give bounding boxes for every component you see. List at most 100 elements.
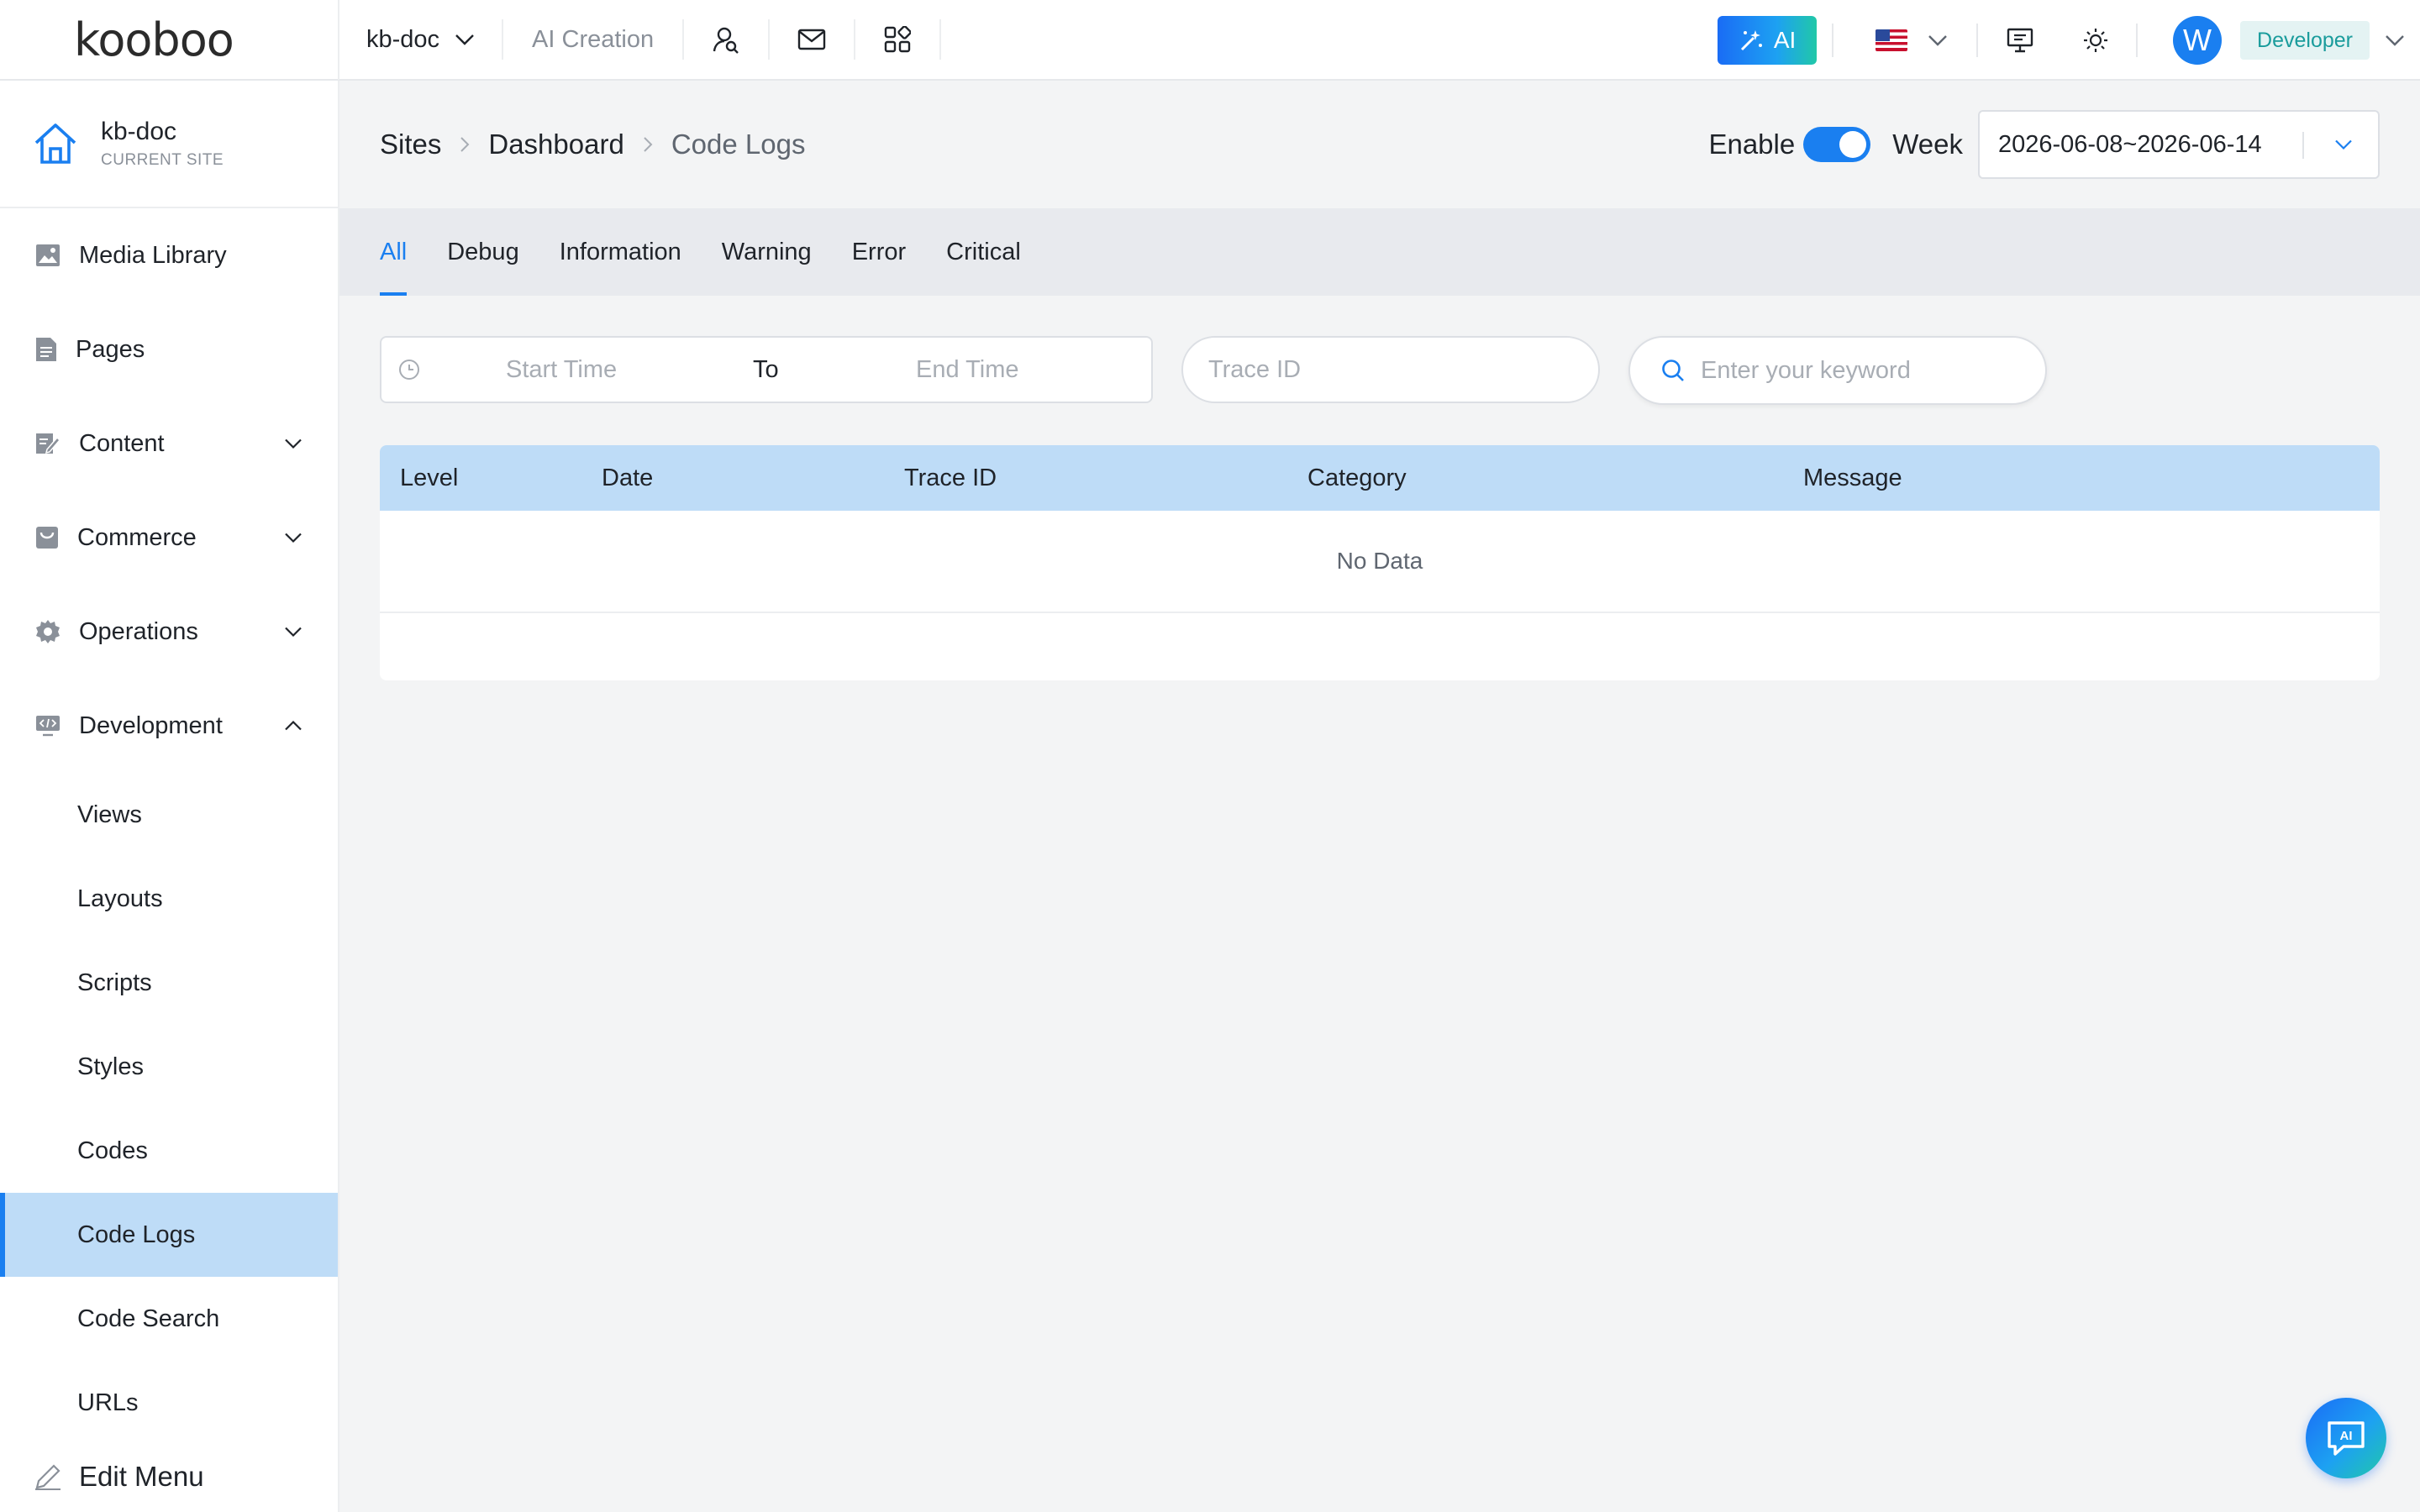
store-icon xyxy=(36,527,58,549)
chevron-down-icon xyxy=(285,627,302,638)
chevron-down-icon xyxy=(1928,35,1947,46)
sidebar-item-commerce[interactable]: Commerce xyxy=(0,491,338,585)
language-switcher[interactable] xyxy=(1833,29,1976,51)
preview-button[interactable] xyxy=(1978,20,2062,60)
sidebar-subitem-styles[interactable]: Styles xyxy=(0,1025,338,1109)
chevron-right-icon xyxy=(460,137,470,152)
sidebar-item-label: Operations xyxy=(79,617,198,645)
user-search-icon xyxy=(713,27,739,54)
sidebar-item-label: Media Library xyxy=(79,241,227,269)
mail-icon xyxy=(797,29,826,50)
chevron-up-icon xyxy=(285,720,302,731)
edit-menu-label: Edit Menu xyxy=(79,1461,204,1492)
presentation-icon xyxy=(2007,28,2033,53)
sidebar: kb-doc CURRENT SITE Media Library Pages … xyxy=(0,81,339,1512)
role-badge[interactable]: Developer xyxy=(2240,21,2370,60)
tab-all[interactable]: All xyxy=(380,208,408,296)
sidebar-subitem-layouts[interactable]: Layouts xyxy=(0,857,338,941)
tab-error[interactable]: Error xyxy=(852,208,906,296)
chevron-down-icon xyxy=(2386,35,2404,46)
separator xyxy=(2136,24,2139,57)
tab-critical[interactable]: Critical xyxy=(946,208,1021,296)
mail-button[interactable] xyxy=(770,19,856,60)
home-icon xyxy=(34,123,76,164)
sidebar-subitem-codes[interactable]: Codes xyxy=(0,1109,338,1193)
sidebar-item-content[interactable]: Content xyxy=(0,396,338,491)
top-right-area: AI W Developer xyxy=(1718,0,2420,81)
sidebar-subitem-scripts[interactable]: Scripts xyxy=(0,941,338,1025)
breadcrumb-sites[interactable]: Sites xyxy=(380,129,441,160)
magic-wand-icon xyxy=(1740,30,1762,51)
filters: Start Time To End Time Trace ID Enter yo… xyxy=(380,336,2047,405)
start-time-input[interactable]: Start Time xyxy=(506,356,617,384)
ai-button-label: AI xyxy=(1773,27,1797,53)
breadcrumb-dashboard[interactable]: Dashboard xyxy=(488,129,623,160)
top-bar: kooboo kb-doc AI Creation AI W Developer xyxy=(0,0,2420,81)
avatar[interactable]: W xyxy=(2173,16,2223,65)
table-header: Level Date Trace ID Category Message xyxy=(380,445,2380,511)
keyword-placeholder: Enter your keyword xyxy=(1701,356,1911,384)
chevron-down-icon xyxy=(285,533,302,543)
theme-toggle-button[interactable] xyxy=(2062,20,2129,60)
end-time-input[interactable]: End Time xyxy=(916,356,1019,384)
code-logs-table: Level Date Trace ID Category Message No … xyxy=(380,445,2380,680)
sidebar-item-label: Commerce xyxy=(77,523,197,551)
user-search-button[interactable] xyxy=(684,19,771,60)
breadcrumb: Sites Dashboard Code Logs xyxy=(380,129,805,160)
keyword-search-input[interactable]: Enter your keyword xyxy=(1628,336,2047,405)
tab-information[interactable]: Information xyxy=(560,208,681,296)
sidebar-subitem-views[interactable]: Views xyxy=(0,773,338,857)
sidebar-item-media-library[interactable]: Media Library xyxy=(0,208,338,302)
ai-chat-icon: AI xyxy=(2328,1421,2365,1456)
enable-toggle[interactable] xyxy=(1803,127,1871,162)
chevron-down-icon xyxy=(2335,139,2352,150)
time-range-picker[interactable]: Start Time To End Time xyxy=(380,336,1153,403)
column-trace-id[interactable]: Trace ID xyxy=(904,445,997,511)
enable-label: Enable xyxy=(1708,129,1796,160)
week-label: Week xyxy=(1892,129,1963,160)
header-controls: Enable Week 2026-06-08~2026-06-14 xyxy=(1708,81,2380,208)
tab-debug[interactable]: Debug xyxy=(447,208,518,296)
week-select[interactable]: 2026-06-08~2026-06-14 xyxy=(1978,110,2380,179)
current-site[interactable]: kb-doc CURRENT SITE xyxy=(0,81,338,208)
level-tabs: All Debug Information Warning Error Crit… xyxy=(339,208,2420,296)
chevron-right-icon xyxy=(644,137,653,152)
search-icon xyxy=(1662,360,1684,381)
column-level[interactable]: Level xyxy=(400,445,458,511)
sidebar-item-label: Development xyxy=(79,711,223,739)
ai-button[interactable]: AI xyxy=(1718,16,1818,65)
sidebar-item-label: Pages xyxy=(76,335,145,363)
column-date[interactable]: Date xyxy=(602,445,653,511)
empty-state: No Data xyxy=(380,511,2380,613)
svg-text:AI: AI xyxy=(2340,1429,2353,1443)
ai-assistant-button[interactable]: AI xyxy=(2306,1398,2386,1478)
current-site-text: kb-doc CURRENT SITE xyxy=(101,118,224,170)
kooboo-logo[interactable]: kooboo xyxy=(0,0,339,80)
ai-creation-link[interactable]: AI Creation xyxy=(503,19,685,60)
sidebar-subitem-urls[interactable]: URLs xyxy=(0,1361,338,1445)
sidebar-subitem-code-search[interactable]: Code Search xyxy=(0,1277,338,1361)
column-category[interactable]: Category xyxy=(1307,445,1407,511)
column-message[interactable]: Message xyxy=(1803,445,1902,511)
trace-id-input[interactable]: Trace ID xyxy=(1181,336,1600,403)
site-switcher[interactable]: kb-doc xyxy=(339,19,504,60)
apps-button[interactable] xyxy=(855,19,942,60)
sidebar-item-development[interactable]: Development xyxy=(0,679,338,773)
gear-icon xyxy=(36,620,60,643)
breadcrumb-code-logs: Code Logs xyxy=(671,129,806,160)
trace-id-placeholder: Trace ID xyxy=(1208,355,1302,383)
chevron-down-icon xyxy=(285,438,302,449)
sidebar-item-pages[interactable]: Pages xyxy=(0,302,338,396)
image-icon xyxy=(36,244,60,266)
code-icon xyxy=(36,716,60,737)
sidebar-subitem-code-logs[interactable]: Code Logs xyxy=(0,1193,338,1277)
week-select-value: 2026-06-08~2026-06-14 xyxy=(1998,130,2262,158)
tab-warning[interactable]: Warning xyxy=(722,208,812,296)
current-site-name: kb-doc xyxy=(101,118,177,145)
site-switcher-label: kb-doc xyxy=(366,25,440,53)
edit-menu-button[interactable]: Edit Menu xyxy=(0,1441,338,1512)
apps-icon xyxy=(884,26,912,53)
role-dropdown[interactable] xyxy=(2370,34,2420,46)
sidebar-item-operations[interactable]: Operations xyxy=(0,585,338,679)
sidebar-item-label: Content xyxy=(79,429,165,457)
